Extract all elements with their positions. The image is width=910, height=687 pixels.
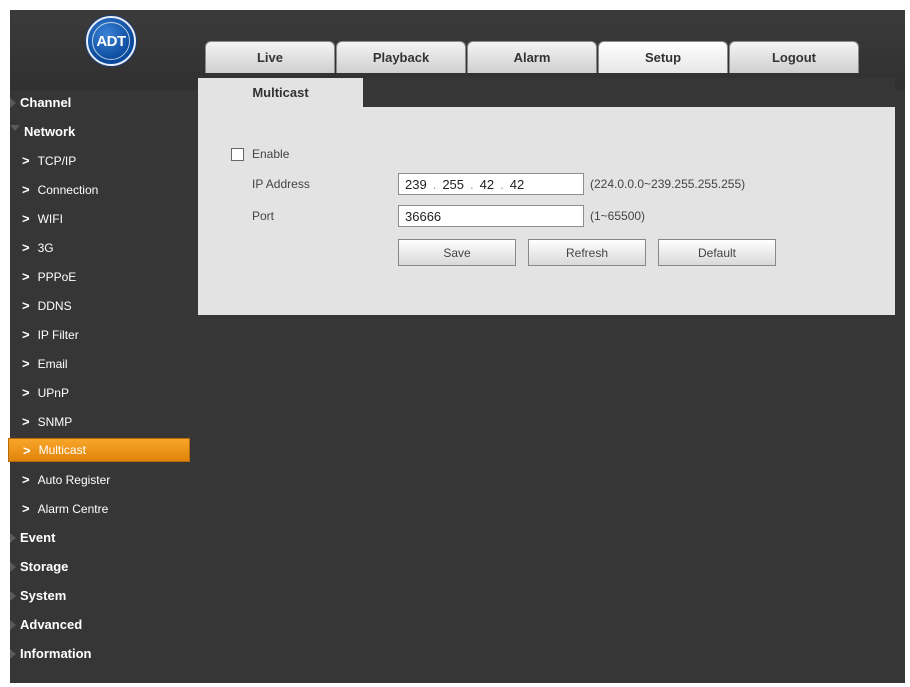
chevron-right-icon: > xyxy=(22,298,30,313)
chevron-right-icon: > xyxy=(23,442,31,458)
expanded-triangle-icon xyxy=(10,124,20,131)
save-button[interactable]: Save xyxy=(398,239,516,266)
main-tabs: Live Playback Alarm Setup Logout xyxy=(205,41,860,73)
collapsed-triangle-icon xyxy=(10,619,16,630)
sidebar-item-wifi[interactable]: > WIFI xyxy=(8,204,193,233)
sidebar-item-tcpip[interactable]: > TCP/IP xyxy=(8,146,193,175)
chevron-right-icon: > xyxy=(22,356,30,371)
ip-address-row: IP Address 239 . 255 . 42 . 42 (224.0.0.… xyxy=(252,173,745,195)
tab-logout[interactable]: Logout xyxy=(729,41,859,73)
sidebar-item-information[interactable]: Information xyxy=(8,639,193,668)
sidebar-item-ip-filter[interactable]: > IP Filter xyxy=(8,320,193,349)
chevron-right-icon: > xyxy=(22,472,30,487)
refresh-button[interactable]: Refresh xyxy=(528,239,646,266)
sidebar-item-3g[interactable]: >3G xyxy=(8,233,193,262)
sidebar-item-snmp[interactable]: > SNMP xyxy=(8,407,193,436)
chevron-right-icon: > xyxy=(22,501,30,516)
collapsed-triangle-icon xyxy=(10,561,16,572)
sidebar-item-connection[interactable]: > Connection xyxy=(8,175,193,204)
collapsed-triangle-icon xyxy=(10,97,16,108)
ip-octet-4[interactable]: 42 xyxy=(510,177,524,192)
sidebar-item-storage[interactable]: Storage xyxy=(8,552,193,581)
enable-checkbox[interactable] xyxy=(231,147,244,161)
chevron-right-icon: > xyxy=(22,240,30,255)
enable-label: Enable xyxy=(252,147,290,161)
port-row: Port 36666 (1~65500) xyxy=(252,205,645,227)
ip-address-input[interactable]: 239 . 255 . 42 . 42 xyxy=(398,173,584,195)
sidebar-item-auto-register[interactable]: > Auto Register xyxy=(8,465,193,494)
ip-octet-1[interactable]: 239 xyxy=(405,177,427,192)
chevron-right-icon: > xyxy=(22,327,30,342)
chevron-right-icon: > xyxy=(22,385,30,400)
ip-octet-3[interactable]: 42 xyxy=(480,177,494,192)
button-row: Save Refresh Default xyxy=(398,239,788,266)
port-range-hint: (1~65500) xyxy=(590,209,646,223)
chevron-right-icon: > xyxy=(22,182,30,197)
ip-octet-2[interactable]: 255 xyxy=(442,177,464,192)
tab-playback[interactable]: Playback xyxy=(336,41,466,73)
sidebar-item-upnp[interactable]: > UPnP xyxy=(8,378,193,407)
collapsed-triangle-icon xyxy=(10,532,16,543)
chevron-right-icon: > xyxy=(22,211,30,226)
ip-address-label: IP Address xyxy=(252,177,310,191)
tab-setup[interactable]: Setup xyxy=(598,41,728,73)
sidebar-item-advanced[interactable]: Advanced xyxy=(8,610,193,639)
sidebar-item-channel[interactable]: Channel xyxy=(8,88,193,117)
tab-alarm[interactable]: Alarm xyxy=(467,41,597,73)
logo-text: ADT xyxy=(96,32,126,50)
content-tab-strip xyxy=(363,78,895,107)
chevron-right-icon: > xyxy=(22,153,30,168)
sidebar-item-pppoe[interactable]: > PPPoE xyxy=(8,262,193,291)
port-input[interactable]: 36666 xyxy=(398,205,584,227)
chevron-right-icon: > xyxy=(22,414,30,429)
sidebar-item-system[interactable]: System xyxy=(8,581,193,610)
adt-logo: ADT xyxy=(86,16,136,66)
sidebar-item-network[interactable]: Network xyxy=(8,117,193,146)
sidebar-item-ddns[interactable]: > DDNS xyxy=(8,291,193,320)
ip-range-hint: (224.0.0.0~239.255.255.255) xyxy=(590,177,746,191)
default-button[interactable]: Default xyxy=(658,239,776,266)
collapsed-triangle-icon xyxy=(10,648,16,659)
sidebar-item-alarm-centre[interactable]: > Alarm Centre xyxy=(8,494,193,523)
tab-live[interactable]: Live xyxy=(205,41,335,73)
sidebar-item-email[interactable]: > Email xyxy=(8,349,193,378)
sidebar: Channel Network > TCP/IP > Connection > WIF… xyxy=(8,88,193,668)
settings-panel xyxy=(198,78,895,315)
sidebar-item-event[interactable]: Event xyxy=(8,523,193,552)
sidebar-item-multicast[interactable]: > Multicast xyxy=(8,438,190,462)
enable-row: Enable xyxy=(231,147,289,161)
tab-multicast[interactable]: Multicast xyxy=(198,78,363,107)
chevron-right-icon: > xyxy=(22,269,30,284)
port-label: Port xyxy=(252,209,275,223)
collapsed-triangle-icon xyxy=(10,590,16,601)
